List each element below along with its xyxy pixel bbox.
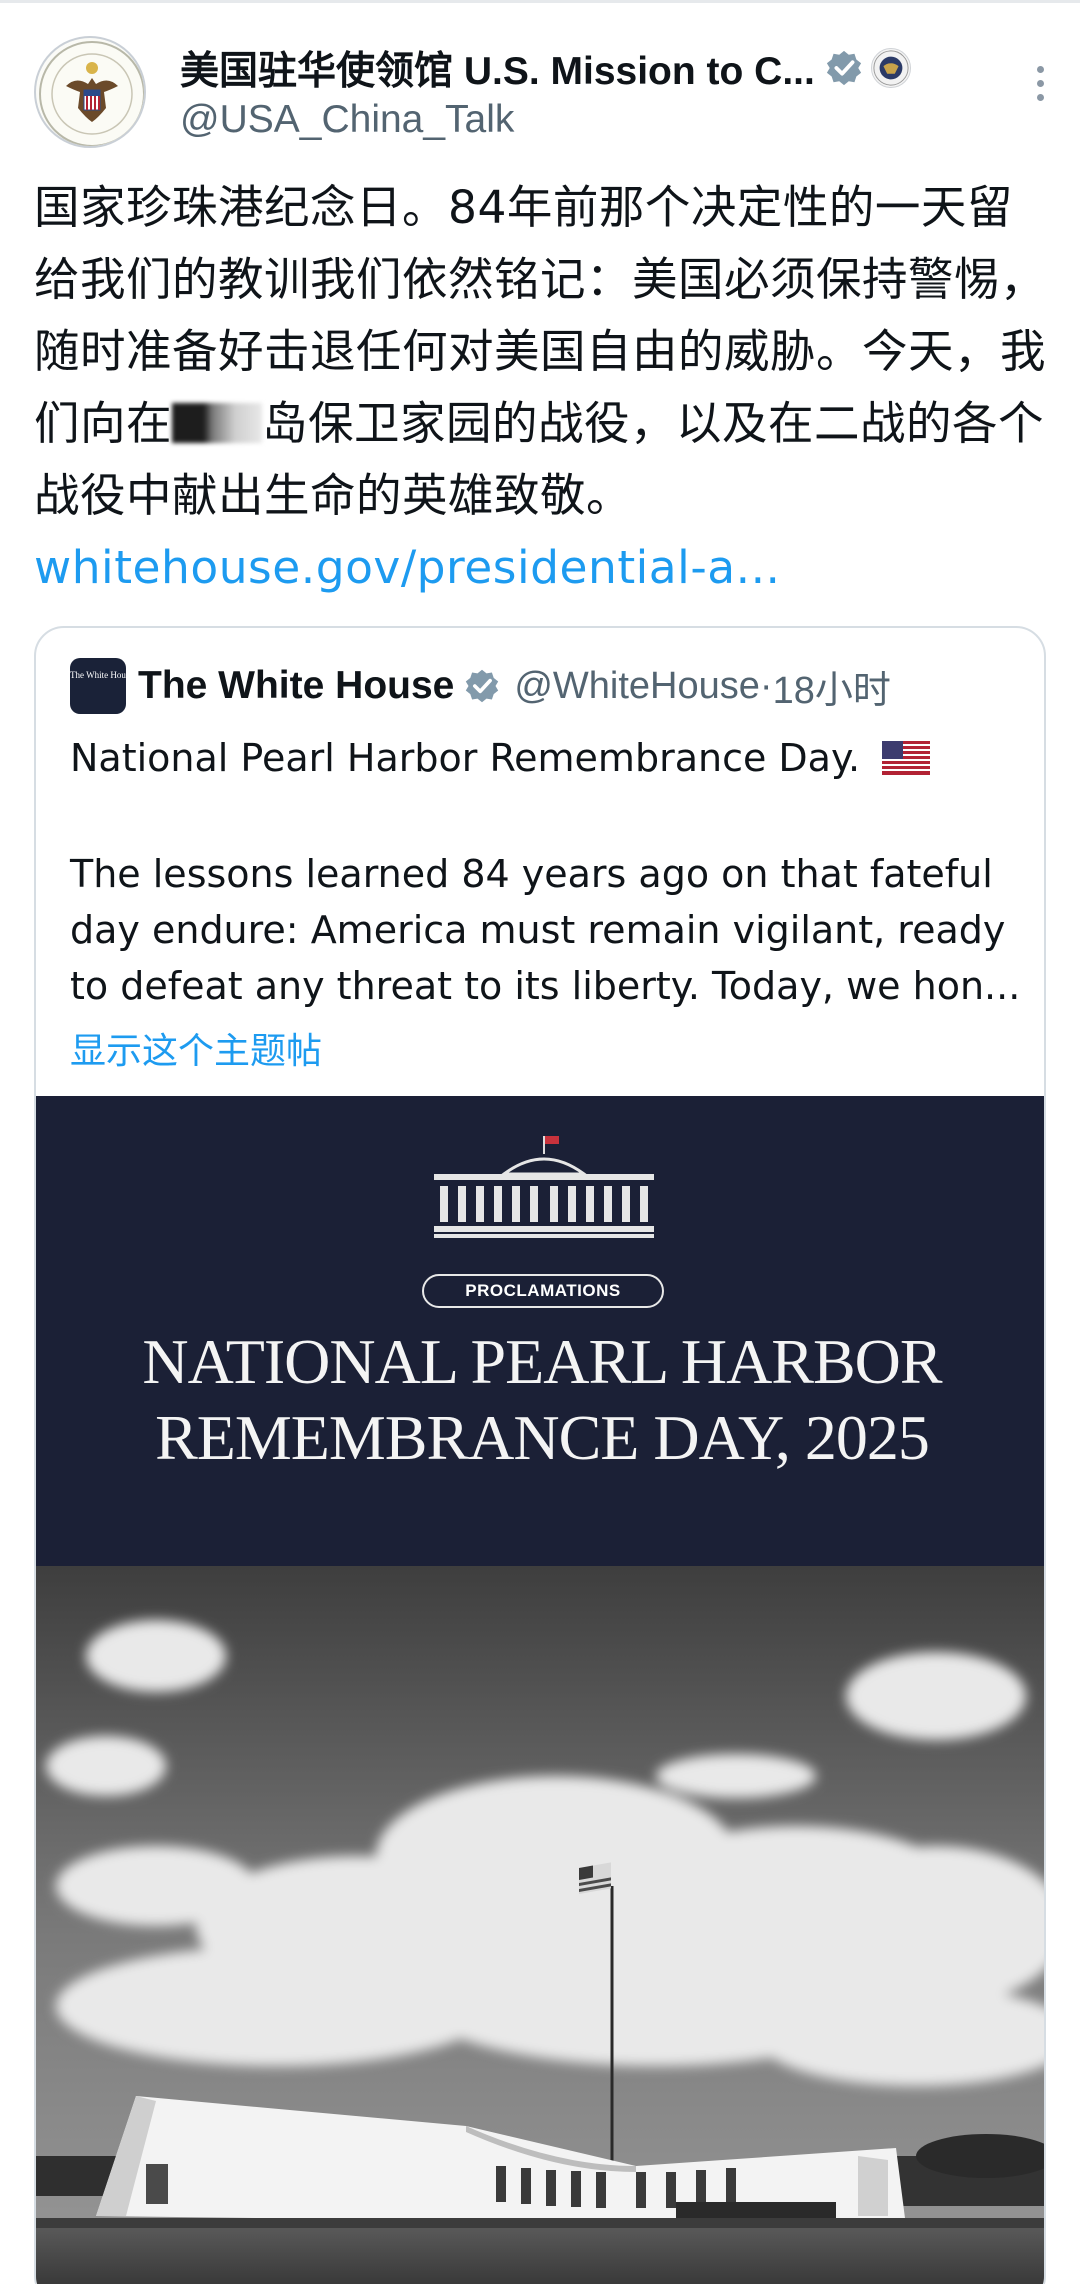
author-handle[interactable]: @USA_China_Talk bbox=[180, 98, 514, 142]
quoted-media-image[interactable]: PROCLAMATIONS NATIONAL PEARL HARBOR REME… bbox=[36, 1096, 1044, 2284]
quoted-first-line: National Pearl Harbor Remembrance Day. bbox=[70, 736, 931, 780]
top-divider bbox=[0, 0, 1080, 3]
government-seal-icon bbox=[870, 48, 911, 88]
tweet-link[interactable]: whitehouse.gov/presidential-a... bbox=[34, 541, 781, 594]
white-house-logo-text: The White House bbox=[70, 670, 134, 680]
quoted-timestamp[interactable]: 18小时 bbox=[773, 659, 891, 714]
verified-badge-icon bbox=[826, 50, 861, 86]
quoted-author-name[interactable]: The White House bbox=[138, 664, 454, 708]
author-display-name[interactable]: 美国驻华使领馆 U.S. Mission to C... bbox=[180, 40, 815, 96]
proclamation-title-line2: REMEMBRANCE DAY, 2025 bbox=[155, 1402, 930, 1473]
us-flag-icon bbox=[882, 741, 931, 775]
proclamation-banner: PROCLAMATIONS NATIONAL PEARL HARBOR REME… bbox=[36, 1096, 1044, 1566]
white-house-building-icon bbox=[434, 1136, 654, 1238]
uss-arizona-memorial-photo bbox=[36, 1566, 1044, 2284]
show-thread-link[interactable]: 显示这个主题帖 bbox=[70, 1022, 322, 1074]
quoted-header: The White House The White House @WhiteHo… bbox=[70, 658, 891, 714]
author-name-line: 美国驻华使领馆 U.S. Mission to C... bbox=[180, 40, 1000, 96]
white-house-logo: The White House bbox=[70, 658, 133, 714]
blurred-text bbox=[172, 403, 263, 443]
more-options-icon[interactable] bbox=[1032, 66, 1048, 106]
tweet-text: 国家珍珠港纪念日。84年前那个决定性的一天留给我们的教训我们依然铭记：美国必须保… bbox=[34, 172, 1054, 604]
embassy-seal-icon[interactable] bbox=[34, 36, 146, 148]
quoted-body-text: The lessons learned 84 years ago on that… bbox=[70, 852, 1021, 1008]
quoted-handle[interactable]: @WhiteHouse bbox=[514, 665, 760, 708]
verified-badge-icon bbox=[466, 669, 499, 703]
proclamation-title-line1: NATIONAL PEARL HARBOR bbox=[142, 1326, 942, 1397]
proclamations-tag: PROCLAMATIONS bbox=[422, 1274, 664, 1308]
quoted-first-line-text: National Pearl Harbor Remembrance Day. bbox=[70, 736, 861, 780]
tweet-header: 美国驻华使领馆 U.S. Mission to C... @USA_China_… bbox=[34, 36, 1054, 156]
quoted-tweet-card[interactable]: The White House The White House @WhiteHo… bbox=[34, 626, 1046, 2284]
proclamation-title: NATIONAL PEARL HARBOR REMEMBRANCE DAY, 2… bbox=[36, 1324, 1044, 1476]
separator-dot: · bbox=[759, 664, 773, 707]
